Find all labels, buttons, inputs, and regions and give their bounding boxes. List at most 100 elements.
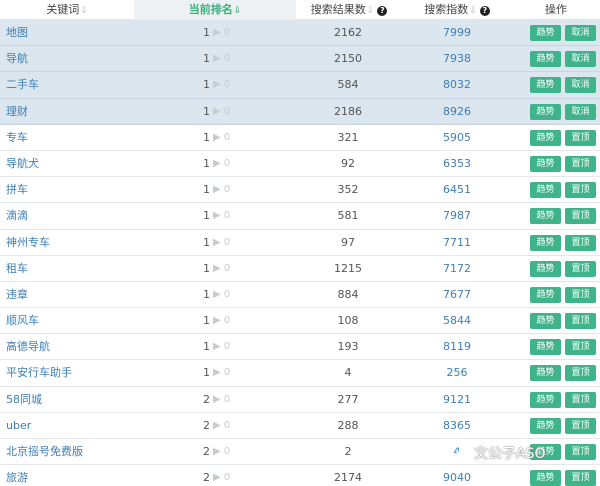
- col-header-rank[interactable]: 当前排名⇩: [134, 0, 296, 20]
- trend-button[interactable]: 趋势: [530, 286, 561, 303]
- keyword-link[interactable]: 高德导航: [6, 334, 146, 360]
- keyword-link[interactable]: 导航犬: [6, 151, 146, 177]
- keyword-link[interactable]: 神州专车: [6, 230, 146, 256]
- rank-value: 1: [203, 261, 210, 275]
- col-header-keyword[interactable]: 关键词⇩: [0, 0, 134, 20]
- keyword-link[interactable]: 租车: [6, 256, 146, 282]
- keyword-link[interactable]: 二手车: [6, 72, 146, 98]
- rank-value: 1: [203, 340, 210, 354]
- cancel-pin-button[interactable]: 取消: [565, 103, 596, 120]
- trend-button[interactable]: 趋势: [530, 208, 561, 225]
- cancel-pin-button[interactable]: 取消: [565, 25, 596, 41]
- trend-button[interactable]: 趋势: [530, 313, 561, 330]
- index-value[interactable]: 7172: [402, 256, 512, 282]
- pin-top-button[interactable]: 置顶: [565, 313, 596, 330]
- index-value[interactable]: 7677: [402, 282, 512, 308]
- trend-button[interactable]: 趋势: [530, 77, 561, 94]
- index-value[interactable]: 7999: [402, 20, 512, 46]
- rank-value: 2: [203, 418, 210, 432]
- keyword-link[interactable]: 拼车: [6, 177, 146, 203]
- pin-top-button[interactable]: 置顶: [565, 365, 596, 382]
- rank-value: 2: [203, 445, 210, 458]
- rank-change: ▶ 0: [213, 210, 231, 222]
- trend-button[interactable]: 趋势: [530, 260, 561, 277]
- pin-top-button[interactable]: 置顶: [565, 417, 596, 434]
- table-row: 租车 1 ▶ 0 1215 7172 趋势 置顶: [0, 256, 600, 282]
- cancel-pin-button[interactable]: 取消: [565, 77, 596, 94]
- trend-button[interactable]: 趋势: [530, 417, 561, 434]
- table-row: 滴滴 1 ▶ 0 581 7987 趋势 置顶: [0, 203, 600, 230]
- rank-value: 1: [203, 314, 210, 328]
- keyword-link[interactable]: 平安行车助手: [6, 360, 146, 386]
- table-row: 违章 1 ▶ 0 884 7677 趋势 置顶: [0, 282, 600, 309]
- col-header-results[interactable]: 搜索结果数⇩?: [296, 0, 402, 20]
- results-value: 2: [344, 445, 352, 458]
- pin-top-button[interactable]: 置顶: [565, 260, 596, 277]
- keyword-link[interactable]: 违章: [6, 282, 146, 308]
- triangle-right-icon: ▶: [213, 157, 221, 169]
- index-value[interactable]: 7711: [402, 230, 512, 256]
- index-value[interactable]: 8119: [402, 334, 512, 360]
- table-row: 专车 1 ▶ 0 321 5905 趋势 置顶: [0, 125, 600, 151]
- pin-top-button[interactable]: 置顶: [565, 339, 596, 356]
- keyword-link[interactable]: uber: [6, 413, 146, 439]
- index-value[interactable]: 6451: [402, 177, 512, 203]
- trend-button[interactable]: 趋势: [530, 129, 561, 146]
- index-value[interactable]: 7987: [402, 203, 512, 229]
- pin-top-button[interactable]: 置顶: [565, 444, 596, 460]
- keyword-link[interactable]: 导航: [6, 46, 146, 72]
- col-header-index[interactable]: 搜索指数⇩?: [402, 0, 512, 20]
- index-value[interactable]: 7938: [402, 46, 512, 72]
- trend-button[interactable]: 趋势: [530, 234, 561, 251]
- index-value[interactable]: 8926: [402, 99, 512, 125]
- trend-button[interactable]: 趋势: [530, 103, 561, 120]
- trend-button[interactable]: 趋势: [530, 365, 561, 382]
- pin-top-button[interactable]: 置顶: [565, 129, 596, 146]
- pin-top-button[interactable]: 置顶: [565, 234, 596, 251]
- trend-button[interactable]: 趋势: [530, 182, 561, 199]
- keyword-link[interactable]: 滴滴: [6, 203, 146, 229]
- triangle-right-icon: ▶: [213, 472, 221, 484]
- pin-top-button[interactable]: 置顶: [565, 208, 596, 225]
- rank-change: ▶ 0: [213, 393, 231, 405]
- pin-top-button[interactable]: 置顶: [565, 286, 596, 303]
- index-value[interactable]: 5905: [402, 125, 512, 151]
- index-value[interactable]: 6353: [402, 151, 512, 177]
- cancel-pin-button[interactable]: 取消: [565, 51, 596, 68]
- rank-value: 1: [203, 287, 210, 301]
- triangle-right-icon: ▶: [213, 27, 221, 38]
- keyword-link[interactable]: 58同城: [6, 387, 146, 413]
- index-value[interactable]: 5844: [402, 308, 512, 334]
- index-value[interactable]: 9121: [402, 387, 512, 413]
- index-value[interactable]: 256: [402, 360, 512, 386]
- pin-top-button[interactable]: 置顶: [565, 391, 596, 408]
- triangle-right-icon: ▶: [213, 288, 221, 300]
- keyword-link[interactable]: 理财: [6, 99, 146, 125]
- table-body: 地图 1 ▶ 0 2162 7999 趋势 取消 导航 1 ▶ 0 2150 7938 趋势 取消 二手车 1…: [0, 20, 600, 486]
- trend-button[interactable]: 趋势: [530, 391, 561, 408]
- trend-button[interactable]: 趋势: [530, 470, 561, 486]
- trend-button[interactable]: 趋势: [530, 339, 561, 356]
- rank-change: ▶ 0: [213, 131, 231, 143]
- help-icon[interactable]: ?: [479, 6, 490, 16]
- keyword-link[interactable]: 地图: [6, 20, 146, 46]
- trend-button[interactable]: 趋势: [530, 155, 561, 172]
- trend-button[interactable]: 趋势: [530, 51, 561, 68]
- keyword-link[interactable]: 顺风车: [6, 308, 146, 334]
- index-value[interactable]: 9040: [402, 465, 512, 486]
- help-icon[interactable]: ?: [377, 6, 388, 16]
- index-value[interactable]: 8032: [402, 72, 512, 98]
- pin-top-button[interactable]: 置顶: [565, 155, 596, 172]
- keyword-link[interactable]: 北京摇号免费版: [6, 439, 146, 465]
- pin-top-button[interactable]: 置顶: [565, 470, 596, 486]
- pin-top-button[interactable]: 置顶: [565, 182, 596, 199]
- table-row: 地图 1 ▶ 0 2162 7999 趋势 取消: [0, 20, 600, 47]
- keyword-link[interactable]: 旅游: [6, 465, 146, 486]
- keyword-link[interactable]: 专车: [6, 125, 146, 151]
- triangle-right-icon: ▶: [213, 79, 221, 91]
- triangle-right-icon: ▶: [213, 184, 221, 196]
- index-value[interactable]: 8365: [402, 413, 512, 439]
- rank-value: 2: [203, 392, 210, 406]
- trend-button[interactable]: 趋势: [530, 25, 561, 41]
- rank-change: ▶ 0: [213, 53, 231, 65]
